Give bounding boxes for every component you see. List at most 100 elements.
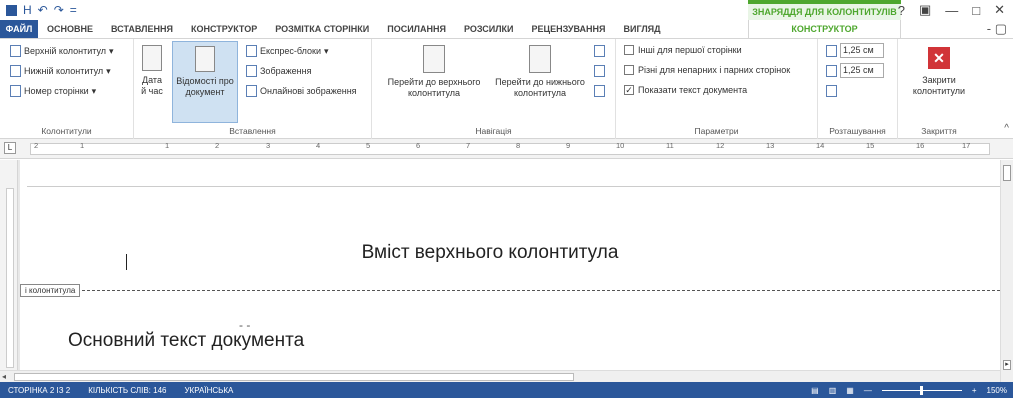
goto-header-button[interactable]: Перейти до верхнього колонтитула	[378, 45, 490, 99]
ruler-mark: 8	[516, 141, 521, 150]
group-position: 1,25 см 1,25 см Розташування	[818, 39, 898, 139]
horizontal-scrollbar[interactable]: ◂	[0, 370, 1000, 382]
group-options: Інші для першої сторінки Різні для непар…	[616, 39, 818, 139]
customize-qat-icon[interactable]: =	[70, 3, 77, 17]
web-layout-icon[interactable]: ▦	[846, 386, 854, 395]
next-icon[interactable]	[594, 65, 605, 80]
undo-icon[interactable]: ↶	[38, 3, 48, 17]
word-logo-icon	[6, 4, 17, 16]
body-text[interactable]: Основний текст документа	[68, 330, 304, 352]
help-button[interactable]: ?	[898, 3, 905, 18]
footer-position-icon	[826, 64, 837, 77]
document-page[interactable]: Вміст верхнього колонтитула і колонтитул…	[20, 160, 1000, 382]
ruler-mark: 3	[266, 141, 271, 150]
ruler-mark: 12	[716, 141, 725, 150]
maximize-button[interactable]: □	[972, 3, 980, 18]
horizontal-ruler: L 2 1 1 2 3 4 5 6 7 8 9 10 11 12 13 14 1…	[0, 139, 1013, 159]
window-controls: ? ▣ — □ ✕	[898, 0, 1013, 20]
ruler-mark: 7	[466, 141, 471, 150]
date-time-button[interactable]: Дата й час	[140, 45, 164, 97]
vertical-scrollbar[interactable]: ▸	[1000, 160, 1013, 382]
goto-header-icon	[423, 45, 445, 73]
group-label: Параметри	[694, 126, 739, 136]
online-pictures-button[interactable]: Онлайнові зображення	[246, 85, 357, 97]
header-button[interactable]: Верхній колонтитул ▾	[10, 45, 114, 57]
show-document-text-checkbox[interactable]: ✓ Показати текст документа	[624, 85, 747, 95]
zoom-level[interactable]: 150%	[987, 386, 1007, 395]
ruler-mark: 1	[165, 141, 170, 150]
language[interactable]: УКРАЇНСЬКА	[184, 386, 233, 395]
context-title: ЗНАРЯДДЯ ДЛЯ КОЛОНТИТУЛІВ	[752, 7, 897, 17]
ruler-mark: 9	[566, 141, 571, 150]
tab-mailings[interactable]: РОЗСИЛКИ	[455, 20, 523, 38]
previous-icon[interactable]	[594, 45, 605, 60]
ruler-mark: 2	[215, 141, 220, 150]
tab-design[interactable]: КОНСТРУКТОР	[182, 20, 266, 38]
link-to-previous-icon[interactable]	[594, 85, 605, 100]
user-avatar-icon[interactable]: - ▢	[987, 21, 1007, 37]
group-close: ✕ Закрити колонтитули Закриття	[898, 39, 980, 139]
ruler-mark: 4	[316, 141, 321, 150]
save-icon[interactable]: H	[23, 3, 32, 17]
minimize-button[interactable]: —	[945, 3, 958, 18]
goto-footer-button[interactable]: Перейти до нижнього колонтитула	[490, 45, 590, 99]
zoom-slider[interactable]	[881, 385, 962, 395]
ruler-mark: 10	[616, 141, 625, 150]
group-label: Розташування	[829, 126, 886, 136]
scroll-thumb[interactable]	[14, 373, 574, 381]
header-content[interactable]: Вміст верхнього колонтитула	[290, 242, 690, 264]
ribbon-tabs: ФАЙЛ ОСНОВНЕ ВСТАВЛЕННЯ КОНСТРУКТОР РОЗМ…	[0, 20, 1013, 38]
ribbon-display-button[interactable]: ▣	[919, 2, 931, 18]
ruler-mark: 11	[666, 141, 674, 150]
ribbon: Верхній колонтитул ▾ Нижній колонтитул ▾ Н…	[0, 38, 1013, 139]
page-count[interactable]: СТОРІНКА 2 ІЗ 2	[8, 386, 70, 395]
tab-layout[interactable]: РОЗМІТКА СТОРІНКИ	[266, 20, 378, 38]
scroll-thumb[interactable]	[1003, 165, 1011, 181]
tab-view[interactable]: ВИГЛЯД	[615, 20, 670, 38]
page-number-icon	[10, 85, 21, 97]
online-picture-icon	[246, 85, 257, 97]
align-tab-icon[interactable]	[826, 85, 837, 100]
tab-file[interactable]: ФАЙЛ	[0, 20, 38, 38]
tab-home[interactable]: ОСНОВНЕ	[38, 20, 102, 38]
page-number-button[interactable]: Номер сторінки ▾	[10, 85, 96, 97]
ruler-mark: 17	[962, 141, 971, 150]
ruler-mark: 1	[80, 141, 85, 150]
pictures-button[interactable]: Зображення	[246, 65, 311, 77]
header-tag: і колонтитула	[20, 284, 81, 297]
redo-icon[interactable]: ↷	[54, 3, 64, 17]
close-x-icon: ✕	[928, 47, 950, 69]
close-header-footer-button[interactable]: ✕ Закрити колонтитули	[908, 47, 970, 97]
word-count[interactable]: КІЛЬКІСТЬ СЛІВ: 146	[88, 386, 166, 395]
different-odd-even-checkbox[interactable]: Різні для непарних і парних сторінок	[624, 65, 790, 75]
header-position-icon	[826, 44, 837, 57]
scroll-left-arrow-icon[interactable]: ◂	[2, 372, 6, 381]
footer-position-spinner[interactable]: 1,25 см	[826, 63, 884, 78]
group-navigation: Перейти до верхнього колонтитула Перейти…	[372, 39, 616, 139]
collapse-ribbon-icon[interactable]: ^	[1004, 123, 1009, 134]
group-label: Колонтитули	[41, 126, 92, 136]
ruler-mark: 14	[816, 141, 825, 150]
tab-insert[interactable]: ВСТАВЛЕННЯ	[102, 20, 182, 38]
footer-button[interactable]: Нижній колонтитул ▾	[10, 65, 111, 77]
close-button[interactable]: ✕	[994, 2, 1005, 18]
goto-footer-icon	[529, 45, 551, 73]
group-label: Вставлення	[229, 126, 276, 136]
group-insert: Дата й час Відомості про документ Експре…	[134, 39, 372, 139]
vertical-ruler	[0, 160, 18, 382]
document-info-button[interactable]: Відомості про документ	[172, 41, 238, 123]
zoom-in-button[interactable]: +	[972, 386, 977, 395]
different-first-page-checkbox[interactable]: Інші для першої сторінки	[624, 45, 742, 55]
print-layout-icon[interactable]: ▥	[829, 386, 837, 395]
header-boundary	[82, 290, 1000, 291]
quick-parts-button[interactable]: Експрес-блоки ▾	[246, 45, 329, 57]
read-mode-icon[interactable]: ▤	[811, 386, 819, 395]
scroll-down-arrow-icon[interactable]: ▸	[1003, 360, 1011, 370]
tab-header-footer-design[interactable]: КОНСТРУКТОР	[748, 20, 901, 38]
ruler-mark: 16	[916, 141, 925, 150]
tab-review[interactable]: РЕЦЕНЗУВАННЯ	[523, 20, 615, 38]
tab-references[interactable]: ПОСИЛАННЯ	[378, 20, 455, 38]
zoom-out-button[interactable]: —	[864, 386, 872, 395]
tab-selector[interactable]: L	[4, 142, 16, 154]
header-position-spinner[interactable]: 1,25 см	[826, 43, 884, 58]
